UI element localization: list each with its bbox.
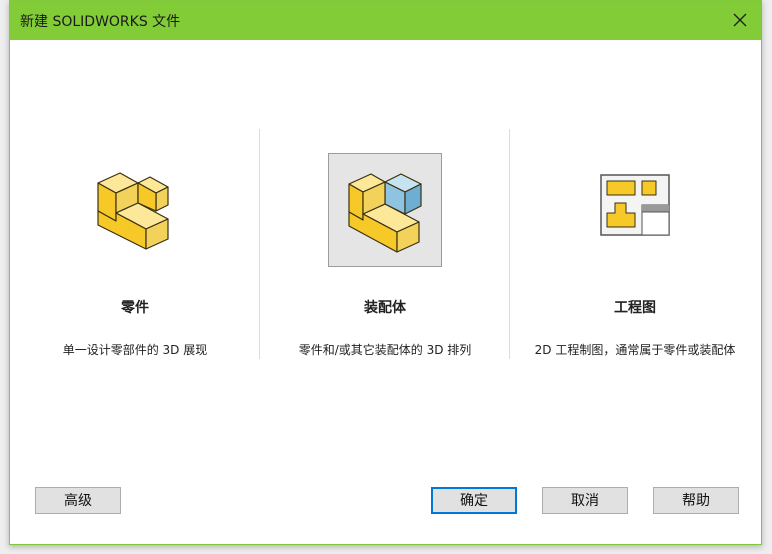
advanced-button[interactable]: 高级 xyxy=(35,487,121,514)
part-description: 单一设计零部件的 3D 展现 xyxy=(62,343,208,357)
assembly-icon-frame[interactable] xyxy=(328,153,442,267)
option-part[interactable]: 零件 单一设计零部件的 3D 展现 xyxy=(10,129,260,361)
cancel-button[interactable]: 取消 xyxy=(542,487,628,514)
help-button[interactable]: 帮助 xyxy=(653,487,739,514)
close-icon xyxy=(733,13,747,27)
dialog-title: 新建 SOLIDWORKS 文件 xyxy=(20,14,181,30)
part-icon xyxy=(97,172,169,250)
assembly-label: 装配体 xyxy=(364,300,406,316)
option-assembly[interactable]: 装配体 零件和/或其它装配体的 3D 排列 xyxy=(260,129,510,361)
part-icon-frame[interactable] xyxy=(78,153,192,267)
assembly-description: 零件和/或其它装配体的 3D 排列 xyxy=(298,343,472,357)
title-bar: 新建 SOLIDWORKS 文件 xyxy=(10,1,761,40)
drawing-label: 工程图 xyxy=(614,300,656,316)
drawing-icon-frame[interactable] xyxy=(578,153,692,267)
option-drawing[interactable]: 工程图 2D 工程制图，通常属于零件或装配体 xyxy=(510,129,760,361)
ok-button[interactable]: 确定 xyxy=(431,487,517,514)
drawing-description: 2D 工程制图，通常属于零件或装配体 xyxy=(534,343,736,357)
assembly-icon xyxy=(348,173,422,253)
part-label: 零件 xyxy=(121,300,149,316)
close-button[interactable] xyxy=(719,1,761,40)
drawing-icon xyxy=(600,174,670,236)
new-file-dialog: 新建 SOLIDWORKS 文件 零件 单一设计零部件的 3D 展现 装配体 零… xyxy=(9,0,762,545)
